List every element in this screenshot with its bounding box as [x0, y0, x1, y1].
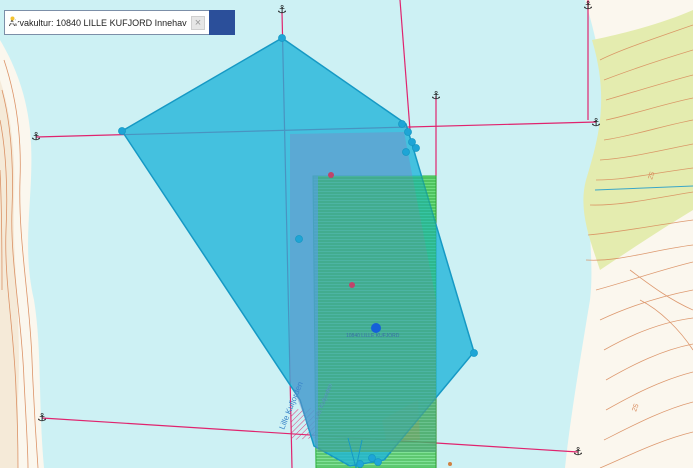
anchor-icon[interactable]: ⚓ — [590, 117, 602, 129]
blue-polygon: 10840 LILLE KUFJORD — [118, 34, 478, 468]
search-input[interactable] — [5, 11, 191, 34]
search-button[interactable] — [7, 10, 235, 35]
search-bar: × — [4, 10, 235, 35]
anchor-icon[interactable]: ⚓ — [572, 446, 584, 458]
land-west — [0, 40, 44, 468]
area-label: 10840 LILLE KUFJORD — [346, 333, 400, 339]
map-view[interactable]: 25 25 10840 LILLE KUFJORD Lille Kufjorde… — [0, 0, 693, 468]
anchor-icon[interactable]: ⚓ — [30, 131, 42, 143]
map-canvas[interactable]: 25 25 10840 LILLE KUFJORD Lille Kufjorde… — [0, 0, 693, 468]
anchor-icon[interactable]: ⚓ — [36, 412, 48, 424]
anchor-icon[interactable]: ⚓ — [276, 4, 288, 16]
anchor-icon[interactable]: ⚓ — [430, 90, 442, 102]
land-east: 25 25 — [565, 0, 693, 468]
search-magnifier-icon — [7, 13, 22, 28]
area-center-marker — [371, 323, 381, 333]
anchor-icon[interactable]: ⚓ — [582, 0, 594, 12]
clear-search-button[interactable]: × — [191, 15, 205, 30]
